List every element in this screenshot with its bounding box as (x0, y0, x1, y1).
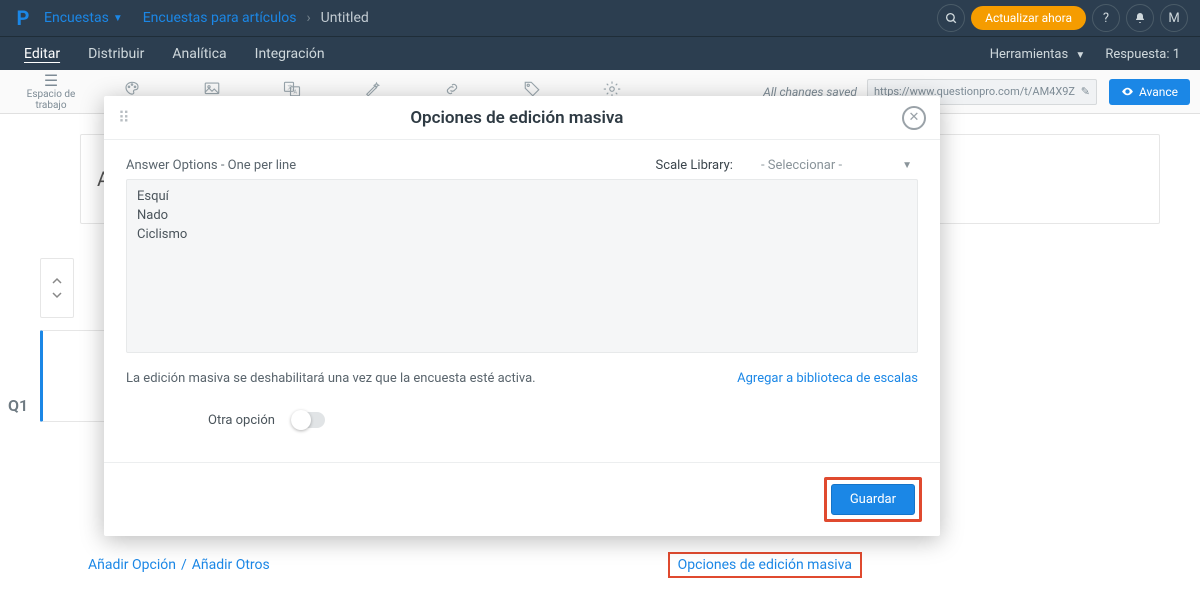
tab-analytics[interactable]: Analítica (158, 38, 240, 70)
close-icon[interactable]: ✕ (902, 106, 926, 130)
bulk-edit-modal: ⠿ Opciones de edición masiva ✕ Answer Op… (104, 96, 940, 536)
svg-text:文: 文 (288, 83, 294, 91)
breadcrumb-product[interactable]: Encuestas▼ (40, 10, 127, 26)
search-icon[interactable] (937, 4, 965, 32)
tab-integration[interactable]: Integración (241, 38, 339, 70)
save-highlight: Guardar (824, 477, 922, 522)
tools-dropdown[interactable]: Herramientas ▼ (980, 39, 1096, 70)
breadcrumb: Encuestas▼ Encuestas para artículos › Un… (40, 10, 373, 26)
list-icon: ☰ (10, 72, 92, 90)
other-option-toggle[interactable] (291, 412, 325, 428)
main-tabs: Editar Distribuir Analítica Integración … (0, 36, 1200, 70)
eye-icon (1121, 85, 1134, 98)
breadcrumb-folder[interactable]: Encuestas para artículos (139, 10, 301, 26)
avatar[interactable]: M (1160, 4, 1188, 32)
workspace-button[interactable]: ☰ Espacio de trabajo (10, 72, 92, 112)
modal-title: Opciones de edición masiva (132, 108, 902, 128)
chevron-right-icon: › (300, 10, 316, 26)
bulk-edit-link[interactable]: Opciones de edición masiva (678, 557, 852, 573)
tab-distribute[interactable]: Distribuir (74, 38, 158, 70)
option-actions: Añadir Opción / Añadir Otros Opciones de… (88, 552, 862, 578)
chevron-down-icon: ▼ (902, 160, 912, 171)
response-count: Respuesta: 1 (1095, 39, 1190, 70)
chevron-down-icon: ▼ (113, 13, 123, 24)
preview-button[interactable]: Avance (1109, 79, 1190, 105)
drag-handle-icon[interactable]: ⠿ (118, 108, 132, 127)
brand-logo: P (12, 7, 34, 29)
add-to-library-link[interactable]: Agregar a biblioteca de escalas (737, 371, 918, 386)
pencil-icon[interactable]: ✎ (1081, 85, 1090, 98)
scale-library-select[interactable]: - Seleccionar - ▼ (761, 158, 918, 173)
other-option-label: Otra opción (208, 413, 275, 428)
update-now-button[interactable]: Actualizar ahora (971, 6, 1086, 30)
question-number: Q1 (8, 396, 28, 415)
svg-text:A: A (294, 90, 298, 96)
top-bar: P Encuestas▼ Encuestas para artículos › … (0, 0, 1200, 36)
bulk-options-textarea[interactable] (126, 179, 918, 353)
save-button[interactable]: Guardar (831, 484, 915, 515)
breadcrumb-survey[interactable]: Untitled (317, 10, 373, 26)
tab-edit[interactable]: Editar (10, 38, 74, 70)
help-icon[interactable]: ? (1092, 4, 1120, 32)
disable-note: La edición masiva se deshabilitará una v… (126, 371, 536, 386)
collapse-toggle[interactable] (40, 258, 74, 318)
add-option-link[interactable]: Añadir Opción (88, 557, 176, 573)
modal-header: ⠿ Opciones de edición masiva ✕ (104, 96, 940, 140)
add-other-link[interactable]: Añadir Otros (192, 557, 270, 573)
bulk-edit-highlight: Opciones de edición masiva (668, 552, 862, 578)
answer-options-label: Answer Options - One per line (126, 158, 296, 173)
bell-icon[interactable] (1126, 4, 1154, 32)
chevron-down-icon: ▼ (1075, 50, 1085, 61)
scale-library-label: Scale Library: (656, 158, 733, 173)
modal-footer: Guardar (104, 462, 940, 536)
